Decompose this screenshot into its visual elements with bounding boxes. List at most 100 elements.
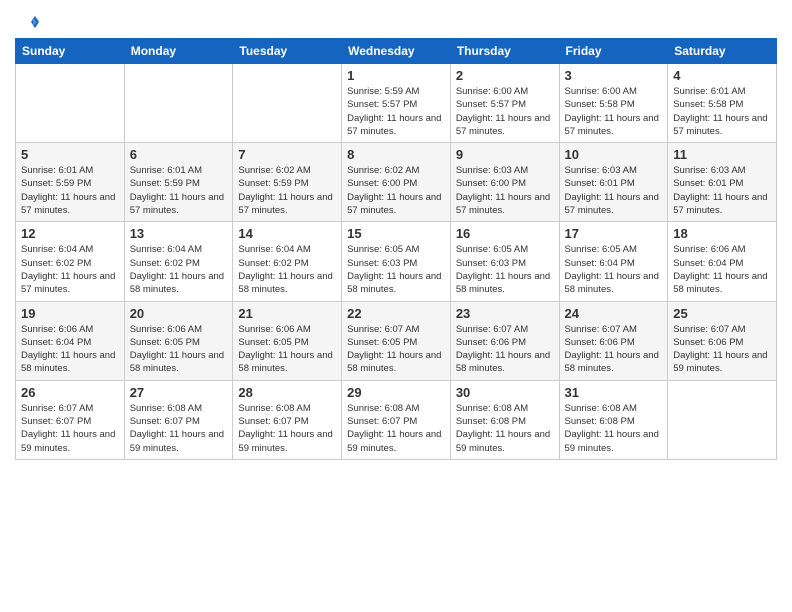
calendar-cell: 27 Sunrise: 6:08 AMSunset: 6:07 PMDayligh… xyxy=(124,380,233,459)
calendar-body: 1 Sunrise: 5:59 AMSunset: 5:57 PMDaylight… xyxy=(16,64,777,460)
calendar-cell: 20 Sunrise: 6:06 AMSunset: 6:05 PMDayligh… xyxy=(124,301,233,380)
calendar-cell: 3 Sunrise: 6:00 AMSunset: 5:58 PMDaylight… xyxy=(559,64,668,143)
day-number: 5 xyxy=(21,147,119,162)
day-info: Sunrise: 5:59 AMSunset: 5:57 PMDaylight:… xyxy=(347,85,445,138)
calendar-cell: 15 Sunrise: 6:05 AMSunset: 6:03 PMDayligh… xyxy=(342,222,451,301)
calendar-cell: 7Sunrise: 6:02 AMSunset: 5:59 PMDaylight… xyxy=(233,143,342,222)
weekday-header: Sunday xyxy=(16,39,125,64)
day-number: 7 xyxy=(238,147,336,162)
calendar-cell: 30 Sunrise: 6:08 AMSunset: 6:08 PMDayligh… xyxy=(450,380,559,459)
day-number: 3 xyxy=(565,68,663,83)
weekday-header: Friday xyxy=(559,39,668,64)
day-number: 4 xyxy=(673,68,771,83)
day-number: 28 xyxy=(238,385,336,400)
day-number: 22 xyxy=(347,306,445,321)
calendar-cell: 5Sunrise: 6:01 AMSunset: 5:59 PMDaylight… xyxy=(16,143,125,222)
day-info: Sunrise: 6:06 AMSunset: 6:05 PMDaylight:… xyxy=(130,323,228,376)
day-number: 12 xyxy=(21,226,119,241)
calendar-week-row: 26 Sunrise: 6:07 AMSunset: 6:07 PMDayligh… xyxy=(16,380,777,459)
day-number: 10 xyxy=(565,147,663,162)
day-number: 27 xyxy=(130,385,228,400)
logo xyxy=(15,16,39,32)
day-number: 24 xyxy=(565,306,663,321)
calendar-cell: 14 Sunrise: 6:04 AMSunset: 6:02 PMDayligh… xyxy=(233,222,342,301)
calendar-cell: 9Sunrise: 6:03 AMSunset: 6:00 PMDaylight… xyxy=(450,143,559,222)
weekday-header: Wednesday xyxy=(342,39,451,64)
calendar-cell: 18 Sunrise: 6:06 AMSunset: 6:04 PMDayligh… xyxy=(668,222,777,301)
day-info: Sunrise: 6:07 AMSunset: 6:06 PMDaylight:… xyxy=(456,323,554,376)
weekday-header: Thursday xyxy=(450,39,559,64)
calendar-cell: 22 Sunrise: 6:07 AMSunset: 6:05 PMDayligh… xyxy=(342,301,451,380)
calendar-cell: 12 Sunrise: 6:04 AMSunset: 6:02 PMDayligh… xyxy=(16,222,125,301)
day-info: Sunrise: 6:07 AMSunset: 6:07 PMDaylight:… xyxy=(21,402,119,455)
day-info: Sunrise: 6:08 AMSunset: 6:08 PMDaylight:… xyxy=(565,402,663,455)
calendar-cell xyxy=(668,380,777,459)
day-number: 11 xyxy=(673,147,771,162)
day-info: Sunrise: 6:00 AMSunset: 5:57 PMDaylight:… xyxy=(456,85,554,138)
day-info: Sunrise: 6:05 AMSunset: 6:04 PMDaylight:… xyxy=(565,243,663,296)
day-info: Sunrise: 6:08 AMSunset: 6:07 PMDaylight:… xyxy=(130,402,228,455)
day-number: 19 xyxy=(21,306,119,321)
calendar-table: SundayMondayTuesdayWednesdayThursdayFrid… xyxy=(15,38,777,460)
page-header xyxy=(15,10,777,32)
day-number: 20 xyxy=(130,306,228,321)
calendar-cell: 29 Sunrise: 6:08 AMSunset: 6:07 PMDayligh… xyxy=(342,380,451,459)
calendar-week-row: 5 Sunrise: 6:01 AMSunset: 5:59 PMDaylight… xyxy=(16,143,777,222)
day-info: Sunrise: 6:08 AMSunset: 6:07 PMDaylight:… xyxy=(347,402,445,455)
day-number: 15 xyxy=(347,226,445,241)
day-info: Sunrise: 6:06 AMSunset: 6:05 PMDaylight:… xyxy=(238,323,336,376)
day-info: Sunrise: 6:00 AMSunset: 5:58 PMDaylight:… xyxy=(565,85,663,138)
day-number: 30 xyxy=(456,385,554,400)
day-info: Sunrise: 6:06 AMSunset: 6:04 PMDaylight:… xyxy=(21,323,119,376)
calendar-cell: 8Sunrise: 6:02 AMSunset: 6:00 PMDaylight… xyxy=(342,143,451,222)
calendar-cell: 16 Sunrise: 6:05 AMSunset: 6:03 PMDayligh… xyxy=(450,222,559,301)
day-number: 1 xyxy=(347,68,445,83)
day-number: 25 xyxy=(673,306,771,321)
calendar-cell: 28 Sunrise: 6:08 AMSunset: 6:07 PMDayligh… xyxy=(233,380,342,459)
calendar-cell: 31 Sunrise: 6:08 AMSunset: 6:08 PMDayligh… xyxy=(559,380,668,459)
calendar-cell: 25 Sunrise: 6:07 AMSunset: 6:06 PMDayligh… xyxy=(668,301,777,380)
calendar-cell: 13 Sunrise: 6:04 AMSunset: 6:02 PMDayligh… xyxy=(124,222,233,301)
day-info: Sunrise: 6:01 AMSunset: 5:58 PMDaylight:… xyxy=(673,85,771,138)
calendar-cell: 24 Sunrise: 6:07 AMSunset: 6:06 PMDayligh… xyxy=(559,301,668,380)
day-number: 6 xyxy=(130,147,228,162)
day-info: Sunrise: 6:07 AMSunset: 6:06 PMDaylight:… xyxy=(565,323,663,376)
day-number: 18 xyxy=(673,226,771,241)
calendar-cell: 4 Sunrise: 6:01 AMSunset: 5:58 PMDaylight… xyxy=(668,64,777,143)
calendar-cell: 10 Sunrise: 6:03 AMSunset: 6:01 PMDayligh… xyxy=(559,143,668,222)
day-info: Sunrise: 6:01 AMSunset: 5:59 PMDaylight:… xyxy=(130,164,228,217)
day-number: 13 xyxy=(130,226,228,241)
day-number: 26 xyxy=(21,385,119,400)
calendar-cell xyxy=(233,64,342,143)
day-number: 14 xyxy=(238,226,336,241)
day-info: Sunrise: 6:06 AMSunset: 6:04 PMDaylight:… xyxy=(673,243,771,296)
day-info: Sunrise: 6:08 AMSunset: 6:07 PMDaylight:… xyxy=(238,402,336,455)
calendar-cell: 6 Sunrise: 6:01 AMSunset: 5:59 PMDaylight… xyxy=(124,143,233,222)
day-number: 31 xyxy=(565,385,663,400)
calendar-header-row: SundayMondayTuesdayWednesdayThursdayFrid… xyxy=(16,39,777,64)
logo-icon xyxy=(17,14,39,32)
day-info: Sunrise: 6:05 AMSunset: 6:03 PMDaylight:… xyxy=(347,243,445,296)
day-info: Sunrise: 6:04 AMSunset: 6:02 PMDaylight:… xyxy=(130,243,228,296)
calendar-cell: 26 Sunrise: 6:07 AMSunset: 6:07 PMDayligh… xyxy=(16,380,125,459)
day-number: 29 xyxy=(347,385,445,400)
day-number: 23 xyxy=(456,306,554,321)
calendar-cell: 21Sunrise: 6:06 AMSunset: 6:05 PMDayligh… xyxy=(233,301,342,380)
calendar-cell: 23 Sunrise: 6:07 AMSunset: 6:06 PMDayligh… xyxy=(450,301,559,380)
day-info: Sunrise: 6:03 AMSunset: 6:01 PMDaylight:… xyxy=(565,164,663,217)
day-info: Sunrise: 6:03 AMSunset: 6:01 PMDaylight:… xyxy=(673,164,771,217)
day-number: 9 xyxy=(456,147,554,162)
day-info: Sunrise: 6:07 AMSunset: 6:05 PMDaylight:… xyxy=(347,323,445,376)
day-number: 16 xyxy=(456,226,554,241)
calendar-cell: 11 Sunrise: 6:03 AMSunset: 6:01 PMDayligh… xyxy=(668,143,777,222)
day-info: Sunrise: 6:08 AMSunset: 6:08 PMDaylight:… xyxy=(456,402,554,455)
calendar-week-row: 19 Sunrise: 6:06 AMSunset: 6:04 PMDayligh… xyxy=(16,301,777,380)
day-info: Sunrise: 6:04 AMSunset: 6:02 PMDaylight:… xyxy=(238,243,336,296)
weekday-header: Monday xyxy=(124,39,233,64)
day-number: 17 xyxy=(565,226,663,241)
day-number: 8 xyxy=(347,147,445,162)
day-info: Sunrise: 6:05 AMSunset: 6:03 PMDaylight:… xyxy=(456,243,554,296)
day-info: Sunrise: 6:07 AMSunset: 6:06 PMDaylight:… xyxy=(673,323,771,376)
day-info: Sunrise: 6:04 AMSunset: 6:02 PMDaylight:… xyxy=(21,243,119,296)
calendar-week-row: 12 Sunrise: 6:04 AMSunset: 6:02 PMDayligh… xyxy=(16,222,777,301)
